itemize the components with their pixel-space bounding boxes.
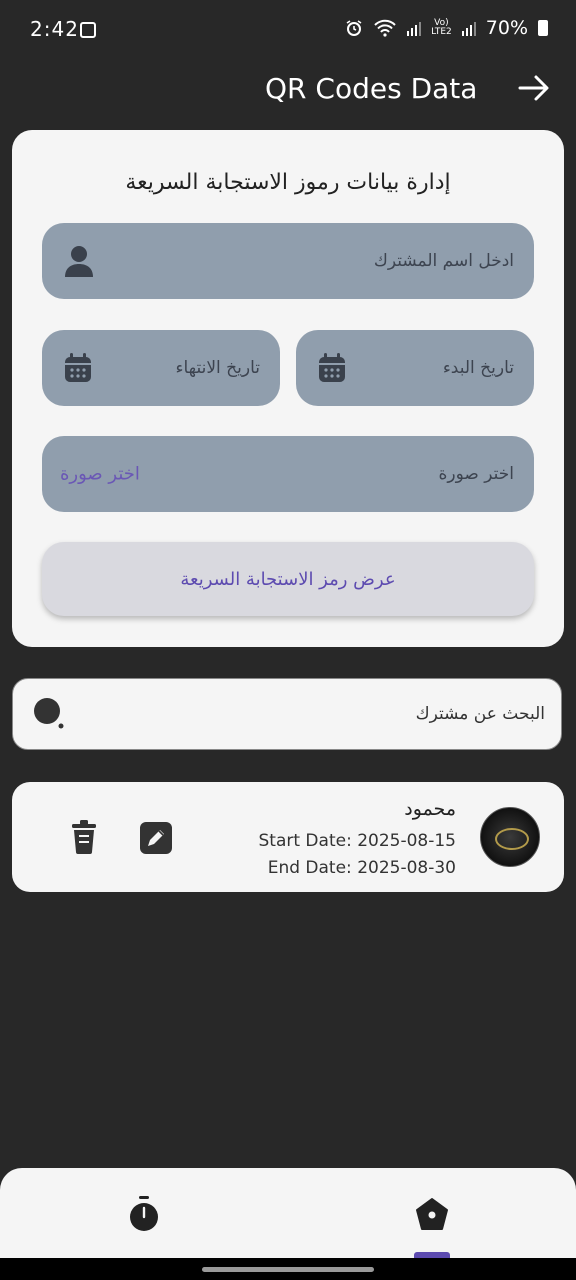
form-title: إدارة بيانات رموز الاستجابة السريعة <box>125 170 451 195</box>
status-time: 2:42 <box>30 17 79 41</box>
start-date-field[interactable]: تاريخ البدء <box>296 330 534 406</box>
logo-mark <box>495 828 529 850</box>
network-lte: LTE2 <box>431 27 452 37</box>
pick-image-button[interactable]: اختر صورة <box>60 464 140 485</box>
status-indicators: Vo) LTE2 70% <box>345 17 548 39</box>
subscriber-name: محمود <box>404 798 456 820</box>
bottom-navigation <box>0 1168 576 1258</box>
network-type: Vo) LTE2 <box>431 19 452 37</box>
alarm-icon <box>346 20 362 36</box>
end-date-field[interactable]: تاريخ الانتهاء <box>42 330 280 406</box>
list-item: محمود Start Date: 2025-08-15 End Date: 2… <box>12 782 564 892</box>
signal-icon-2 <box>461 22 476 36</box>
arrow-right-icon[interactable] <box>516 72 552 104</box>
timer-icon[interactable] <box>128 1196 160 1232</box>
wifi-icon <box>374 19 396 37</box>
search-placeholder: البحث عن مشترك <box>415 704 545 724</box>
signal-icon <box>407 22 422 36</box>
search-input[interactable]: البحث عن مشترك <box>12 678 562 750</box>
battery-icon <box>538 20 548 36</box>
calendar-icon <box>319 353 345 382</box>
page-title: QR Codes Data <box>265 72 478 105</box>
start-date-placeholder: تاريخ البدء <box>442 358 514 378</box>
subscriber-end-date: End Date: 2025-08-30 <box>267 858 456 878</box>
status-bar: 2:42 Vo) LTE2 70% <box>0 0 576 60</box>
subscriber-name-placeholder: ادخل اسم المشترك <box>373 251 514 271</box>
calendar-icon <box>65 353 91 382</box>
image-field-label: اختر صورة <box>438 464 514 484</box>
end-date-placeholder: تاريخ الانتهاء <box>175 358 260 378</box>
battery-percent: 70% <box>485 17 528 39</box>
subscriber-name-field[interactable]: ادخل اسم المشترك <box>42 223 534 299</box>
search-icon <box>34 698 64 729</box>
avatar <box>480 807 540 867</box>
trash-icon[interactable] <box>70 820 98 854</box>
edit-icon[interactable] <box>140 822 172 854</box>
gesture-handle[interactable] <box>202 1267 374 1272</box>
image-notification-icon <box>80 22 96 38</box>
image-field: اختر صورة اختر صورة <box>42 436 534 512</box>
show-qr-button[interactable]: عرض رمز الاستجابة السريعة <box>42 542 534 616</box>
gesture-bar <box>0 1258 576 1280</box>
person-icon <box>65 246 93 277</box>
subscriber-start-date: Start Date: 2025-08-15 <box>258 831 457 851</box>
home-icon[interactable] <box>414 1196 450 1232</box>
qr-form-card: إدارة بيانات رموز الاستجابة السريعة ادخل… <box>12 130 564 647</box>
